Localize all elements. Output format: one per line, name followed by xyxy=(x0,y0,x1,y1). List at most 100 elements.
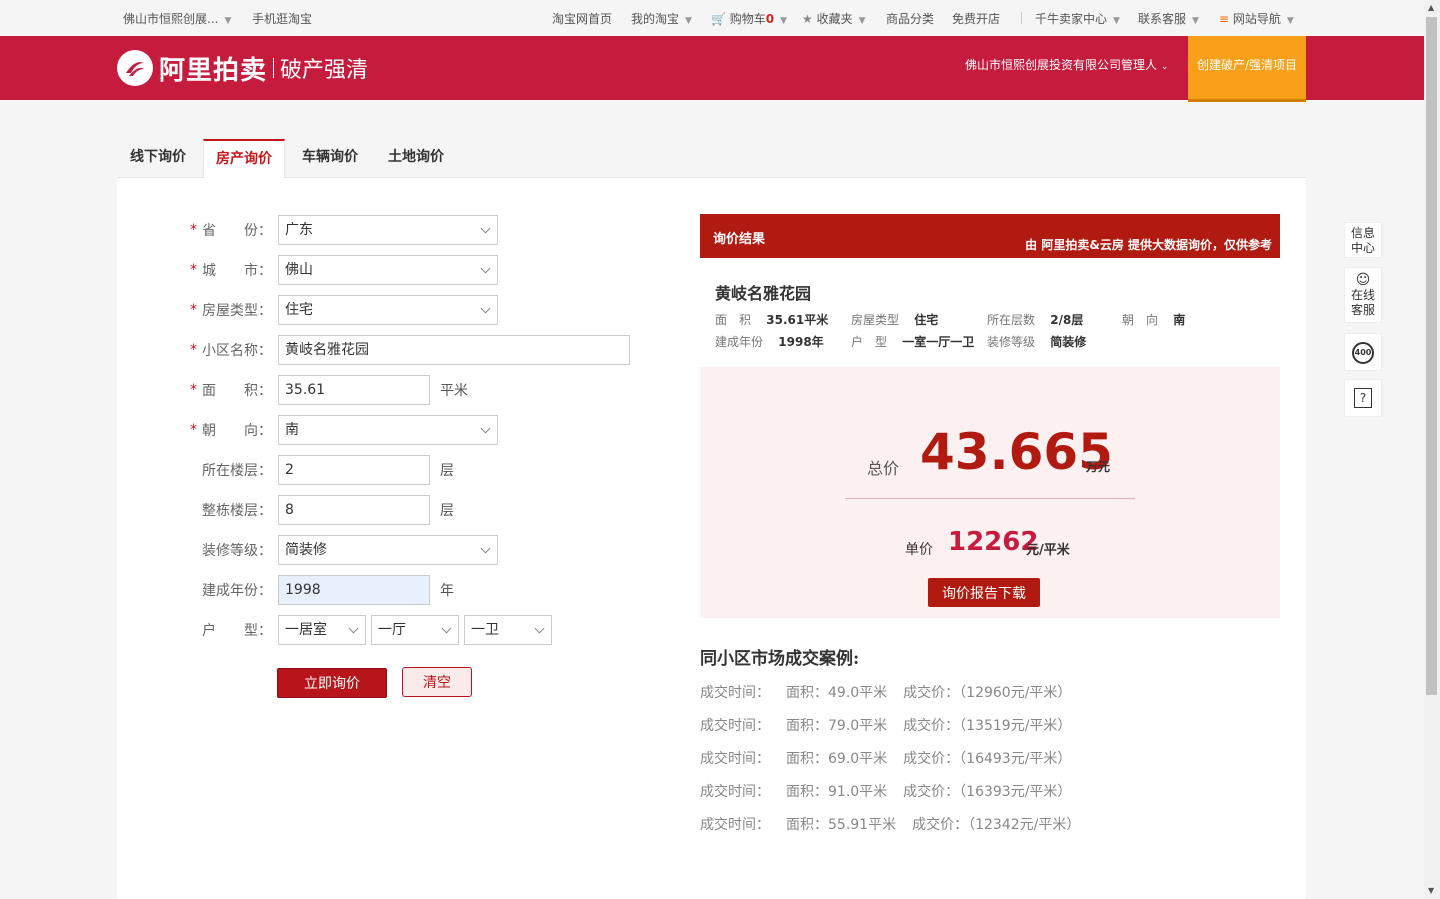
download-report-button[interactable]: 询价报告下载 xyxy=(928,578,1040,607)
case-item: 成交时间： 面积：91.0平米 成交价：（16393元/平米） xyxy=(700,781,1087,801)
clear-button[interactable]: 清空 xyxy=(402,667,472,697)
price-divider xyxy=(845,498,1135,499)
total-floor-input[interactable]: 8 xyxy=(278,495,430,525)
case-item: 成交时间： 面积：69.0平米 成交价：（16493元/平米） xyxy=(700,748,1087,768)
attr-value: 简装修 xyxy=(1050,335,1087,349)
city-row: * 城 市： 佛山 xyxy=(190,255,498,285)
favorites-label: 收藏夹 xyxy=(816,12,853,26)
attr-value: 2/8层 xyxy=(1050,313,1084,327)
inquiry-tabs: 线下询价 房产询价 车辆询价 土地询价 xyxy=(117,139,1306,179)
hall-count-select[interactable]: 一厅 xyxy=(371,615,459,645)
my-taobao-label: 我的淘宝 xyxy=(631,12,680,26)
area-label: * 面 积： xyxy=(190,380,278,400)
attr-value: 一室一厅一卫 xyxy=(902,335,975,349)
scroll-thumb[interactable] xyxy=(1426,17,1437,695)
bath-count-select[interactable]: 一卫 xyxy=(464,615,552,645)
orientation-row: * 朝 向： 南 xyxy=(190,415,498,445)
help-button[interactable]: ? xyxy=(1344,379,1382,417)
chevron-down-icon: ⌄ xyxy=(1160,62,1169,72)
cart-icon: 🛒 xyxy=(711,12,726,26)
house-type-select[interactable]: 住宅 xyxy=(278,295,498,325)
area-row: * 面 积： 35.61 平米 xyxy=(190,375,468,405)
orientation-select[interactable]: 南 xyxy=(278,415,498,445)
required-mark: * xyxy=(190,262,197,278)
province-row: * 省 份： 广东 xyxy=(190,215,498,245)
open-store-link[interactable]: 免费开店 xyxy=(952,10,1000,27)
attr-key: 所在层数 xyxy=(987,313,1036,327)
tab-land-inquiry[interactable]: 土地询价 xyxy=(376,139,456,178)
result-title: 询价结果 xyxy=(713,232,766,247)
favorites-link[interactable]: ★ 收藏夹 ▼ xyxy=(802,10,866,27)
tab-offline-inquiry[interactable]: 线下询价 xyxy=(118,139,198,178)
floor-input[interactable]: 2 xyxy=(278,455,430,485)
result-year: 建成年份 1998年 xyxy=(715,333,824,350)
logo[interactable]: 阿里拍卖 破产强清 xyxy=(117,50,368,86)
logo-text: 阿里拍卖 xyxy=(159,55,268,86)
scroll-up-icon[interactable]: ▲ xyxy=(1428,3,1434,12)
decoration-select[interactable]: 简装修 xyxy=(278,535,498,565)
my-taobao-link[interactable]: 我的淘宝 ▼ xyxy=(631,10,692,27)
online-service-button[interactable]: ☺ 在线客服 xyxy=(1344,267,1382,323)
hall-value: 一厅 xyxy=(378,622,406,638)
province-label: * 省 份： xyxy=(190,220,278,240)
total-price-unit: 万元 xyxy=(1086,460,1111,474)
case-item: 成交时间： 面积：49.0平米 成交价：（12960元/平米） xyxy=(700,682,1087,702)
attr-key: 装修等级 xyxy=(987,335,1036,349)
province-select[interactable]: 广东 xyxy=(278,215,498,245)
tab-property-inquiry[interactable]: 房产询价 xyxy=(203,139,285,179)
site-nav-link[interactable]: ≡ 网站导航 ▼ xyxy=(1219,10,1294,27)
phone-400-icon: 400 xyxy=(1352,342,1374,364)
required-mark: * xyxy=(190,222,197,238)
info-center-button[interactable]: 信息中心 xyxy=(1344,222,1382,258)
taobao-home-link[interactable]: 淘宝网首页 xyxy=(552,10,612,27)
categories-link[interactable]: 商品分类 xyxy=(886,10,934,27)
layout-label-text: 户 型： xyxy=(202,623,272,639)
headset-icon: ☺ xyxy=(1355,272,1371,288)
page-scrollbar[interactable]: ▲ ▼ xyxy=(1424,0,1440,899)
city-label-text: 城 市： xyxy=(202,263,272,279)
help-icon: ? xyxy=(1354,388,1372,408)
area-unit: 平米 xyxy=(440,383,468,399)
manager-dropdown[interactable]: 佛山市恒熙创展投资有限公司管理人 ⌄ xyxy=(965,56,1168,73)
submit-inquiry-button[interactable]: 立即询价 xyxy=(277,668,387,698)
tab-vehicle-inquiry[interactable]: 车辆询价 xyxy=(290,139,370,178)
year-label: 建成年份： xyxy=(190,580,278,600)
decoration-label-text: 装修等级： xyxy=(202,543,272,559)
create-project-button[interactable]: 创建破产/强清项目 xyxy=(1188,36,1306,102)
floor-label-text: 所在楼层： xyxy=(202,463,272,479)
year-row: 建成年份： 1998 年 xyxy=(190,575,454,605)
cart-link[interactable]: 🛒 购物车0 ▼ xyxy=(711,10,787,27)
chevron-down-icon xyxy=(534,623,545,634)
city-select[interactable]: 佛山 xyxy=(278,255,498,285)
year-input[interactable]: 1998 xyxy=(278,575,430,605)
total-floor-label-text: 整栋楼层： xyxy=(202,503,272,519)
seller-center-link[interactable]: 千牛卖家中心 ▼ xyxy=(1035,10,1120,27)
room-count-select[interactable]: 一居室 xyxy=(278,615,366,645)
attr-key: 朝 向 xyxy=(1122,313,1159,327)
orientation-value: 南 xyxy=(285,422,299,438)
unit-price-unit: 元/平米 xyxy=(1026,543,1070,558)
chevron-down-icon: ▼ xyxy=(1286,16,1294,26)
case-item: 成交时间： 面积：79.0平米 成交价：（13519元/平米） xyxy=(700,715,1087,735)
house-type-label: * 房屋类型： xyxy=(190,300,278,320)
online-service-label: 在线客服 xyxy=(1350,288,1375,317)
estate-row: * 小区名称： 黄岐名雅花园 xyxy=(190,335,630,365)
scroll-down-icon[interactable]: ▼ xyxy=(1428,886,1434,895)
store-name-link[interactable]: 佛山市恒熙创展... ▼ xyxy=(123,10,231,27)
site-nav-label: 网站导航 xyxy=(1232,12,1281,26)
unit-price-label: 单价 xyxy=(905,542,933,558)
bath-value: 一卫 xyxy=(471,622,499,638)
area-label-text: 面 积： xyxy=(202,383,272,399)
logo-divider xyxy=(273,58,275,78)
mobile-taobao-link[interactable]: 手机逛淘宝 xyxy=(252,10,312,27)
case-price: 成交价：（16393元/平米） xyxy=(903,784,1072,800)
case-time: 成交时间： xyxy=(700,685,770,701)
case-area: 面积：49.0平米 xyxy=(786,685,888,701)
area-input[interactable]: 35.61 xyxy=(278,375,430,405)
estate-name-input[interactable]: 黄岐名雅花园 xyxy=(278,335,630,365)
seller-center-label: 千牛卖家中心 xyxy=(1035,12,1108,26)
hotline-button[interactable]: 400 xyxy=(1344,333,1382,371)
case-price: 成交价：（16493元/平米） xyxy=(903,751,1072,767)
floor-label: 所在楼层： xyxy=(190,460,278,480)
customer-service-link[interactable]: 联系客服 ▼ xyxy=(1138,10,1199,27)
